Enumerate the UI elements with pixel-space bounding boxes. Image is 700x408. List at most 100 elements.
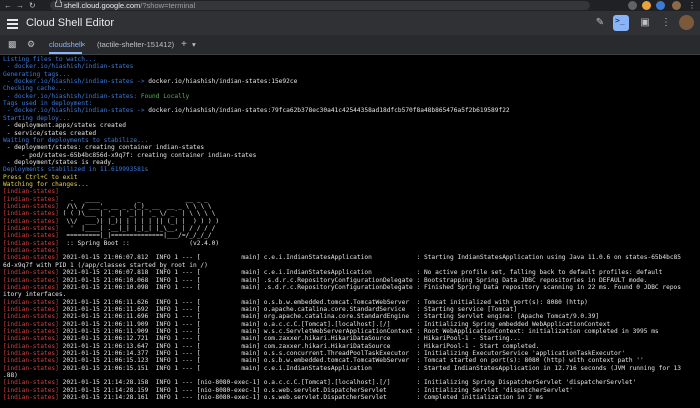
window-icon[interactable]: ▣ xyxy=(639,17,651,29)
forward-icon[interactable]: → xyxy=(16,0,24,11)
terminal-segment: 2021-01-15 21:06:11.626 INFO 1 --- [ mai… xyxy=(58,298,588,306)
hamburger-menu-icon[interactable] xyxy=(7,19,18,31)
terminal-segment: [indian-states] xyxy=(3,217,59,225)
terminal-segment: Starting deploy... xyxy=(3,114,71,122)
url-text[interactable]: shell.cloud.google.com/?show=terminal xyxy=(64,0,195,11)
terminal-segment: 2021-01-15 21:06:14.377 INFO 1 --- [ mai… xyxy=(58,350,626,357)
terminal-segment: itory interfaces. xyxy=(3,291,67,299)
terminal-segment: [indian-states] xyxy=(3,283,59,291)
cloud-shell-header: Cloud Shell Editor ✎ ▣ ⋮ xyxy=(0,11,700,35)
tab-cloudshell[interactable]: cloudshell xyxy=(49,35,83,54)
terminal-segment: [indian-states] xyxy=(3,232,59,240)
url-host: shell.cloud.google.com xyxy=(64,1,141,10)
terminal-segment: [indian-states] xyxy=(3,357,59,365)
terminal-segment: [indian-states] xyxy=(3,327,59,335)
terminal-segment: - docker.io/hiashish/indian-states -> xyxy=(3,78,149,86)
terminal-segment: [indian-states] xyxy=(3,350,59,357)
terminal-segment: 2021-01-15 21:06:11.909 INFO 1 --- [ mai… xyxy=(58,327,659,335)
terminal-segment: :: Spring Boot :: (v2.4.0) xyxy=(58,239,220,247)
terminal-segment: Press Ctrl+C to exit xyxy=(3,173,78,181)
profile-avatar[interactable] xyxy=(672,1,681,10)
tab-project[interactable]: (tactile-shelter-151412) xyxy=(97,35,174,54)
terminal-segment: [indian-states] xyxy=(3,320,59,328)
terminal-segment: docker.io/hiashish/indian-states:79fca62… xyxy=(148,107,510,115)
terminal-segment: 2021-01-15 21:06:10.068 INFO 1 --- [ mai… xyxy=(58,276,648,284)
terminal-segment: Generating tags... xyxy=(3,70,71,78)
terminal-segment: .88) xyxy=(3,372,18,380)
terminal-segment: 2021-01-15 21:06:15.151 INFO 1 --- [ mai… xyxy=(58,364,681,372)
terminal-segment: [indian-states] xyxy=(3,188,59,196)
terminal-segment: [indian-states] xyxy=(3,254,59,262)
extension-icon-2[interactable] xyxy=(642,1,651,10)
terminal-icon[interactable]: ▩ xyxy=(8,39,17,50)
terminal-segment: [indian-states] xyxy=(3,364,59,372)
terminal-segment: [indian-states] xyxy=(3,386,59,394)
terminal-segment: . ____ _ __ _ _ xyxy=(58,195,208,203)
settings-icon[interactable]: ⚙ xyxy=(27,39,35,50)
back-icon[interactable]: ← xyxy=(4,0,12,11)
terminal-segment: 2021-01-15 21:06:11.909 INFO 1 --- [ mai… xyxy=(58,320,611,328)
terminal-segment: /\\ / ___'_ __ _ _(_)_ __ __ _ \ \ \ \ xyxy=(58,203,212,210)
terminal-segment: [indian-states] xyxy=(3,305,59,313)
terminal-segment: Waiting for deployments to stabilize... xyxy=(3,136,149,144)
terminal-segment: \\/ ___)| |_)| | | | | || (_| | ) ) ) ) xyxy=(58,217,220,225)
terminal-segment: Checking cache... xyxy=(3,85,67,93)
add-tab-icon[interactable]: + xyxy=(181,35,187,54)
terminal-segment: [indian-states] xyxy=(3,247,59,255)
terminal-segment: =========|_|==============|___/=/_/_/_/ xyxy=(58,232,212,240)
terminal-segment: Watching for changes... xyxy=(3,180,89,188)
terminal-segment: - deployment.apps/states created xyxy=(3,122,126,130)
pencil-icon[interactable]: ✎ xyxy=(594,17,606,29)
terminal-segment: - service/states created xyxy=(3,129,97,137)
browser-menu-icon[interactable]: ⋮ xyxy=(688,0,696,11)
tab-close-icon[interactable]: × xyxy=(81,35,85,54)
terminal-segment: - pod/states-65b4bc856d-x9q7f: creating … xyxy=(3,151,257,159)
tab-dropdown-icon[interactable]: ▾ xyxy=(192,35,196,54)
terminal-segment: - deployment/states is ready. xyxy=(3,158,115,166)
terminal-segment: [indian-states] xyxy=(3,379,59,387)
terminal-line: [indian-states] 2021-01-15 21:14:28.161 … xyxy=(3,394,700,402)
terminal-segment: 6d-x9q7f with PID 1 (/app/classes starte… xyxy=(3,261,208,269)
reload-icon[interactable]: ↻ xyxy=(29,0,36,11)
url-path: /?show=terminal xyxy=(140,1,196,10)
terminal-segment: [indian-states] xyxy=(3,313,59,321)
terminal-segment: - docker.io/hiashish/indian-states -> xyxy=(3,107,149,115)
terminal-segment: 2021-01-15 21:14:28.159 INFO 1 --- [nio-… xyxy=(58,386,573,394)
terminal-tab-bar: ▩ ⚙ cloudshell × (tactile-shelter-151412… xyxy=(0,35,700,55)
terminal-segment: 2021-01-15 21:14:28.158 INFO 1 --- [nio-… xyxy=(58,379,637,387)
terminal-segment: - docker.io/hiashish/indian-states: xyxy=(3,92,141,100)
terminal-output[interactable]: Listing files to watch... - docker.io/hi… xyxy=(0,55,700,408)
terminal-segment: [indian-states] xyxy=(3,298,59,306)
terminal-segment: [indian-states] xyxy=(3,342,59,350)
terminal-segment: [indian-states] xyxy=(3,335,59,343)
terminal-segment: [indian-states] xyxy=(3,195,59,203)
terminal-segment: docker.io/hiashish/indian-states:15e92ce xyxy=(148,78,298,86)
terminal-segment: [indian-states] xyxy=(3,210,59,218)
terminal-segment: Tags used in deployment: xyxy=(3,100,93,108)
user-avatar[interactable] xyxy=(679,15,694,30)
terminal-segment: ' |____| .__|_| |_|_| |_\__, | / / / / xyxy=(58,225,216,233)
app-title: Cloud Shell Editor xyxy=(26,17,115,29)
terminal-segment: 2021-01-15 21:06:07.818 INFO 1 --- [ mai… xyxy=(58,269,663,277)
terminal-segment: [indian-states] xyxy=(3,394,59,402)
extension-icon[interactable] xyxy=(628,1,637,10)
terminal-toggle-button[interactable] xyxy=(613,15,629,31)
terminal-segment: 2021-01-15 21:06:07.812 INFO 1 --- [ mai… xyxy=(58,254,681,262)
terminal-segment: 2021-01-15 21:06:11.692 INFO 1 --- [ mai… xyxy=(58,305,518,313)
terminal-segment: 2021-01-15 21:06:13.647 INFO 1 --- [ mai… xyxy=(58,342,540,350)
more-options-icon[interactable]: ⋮ xyxy=(660,17,672,29)
terminal-segment: Deployments stabilized in 11.619993581s xyxy=(3,166,149,174)
terminal-segment: 2021-01-15 21:06:15.123 INFO 1 --- [ mai… xyxy=(58,357,644,365)
terminal-segment: 2021-01-15 21:06:12.721 INFO 1 --- [ mai… xyxy=(58,335,521,343)
terminal-segment: Listing files to watch... xyxy=(3,56,97,63)
terminal-segment: [indian-states] xyxy=(3,276,59,284)
terminal-segment: [indian-states] xyxy=(3,269,59,277)
terminal-segment: - docker.io/hiashish/indian-states xyxy=(3,63,134,71)
terminal-segment: ( ( )\___ | '_ | '_| | '_ \/ _` | \ \ \ … xyxy=(58,210,216,218)
terminal-segment: 2021-01-15 21:06:11.696 INFO 1 --- [ mai… xyxy=(58,313,600,321)
terminal-segment: [indian-states] xyxy=(3,203,59,210)
terminal-segment: 2021-01-15 21:14:28.161 INFO 1 --- [nio-… xyxy=(58,394,544,402)
extension-icon-3[interactable] xyxy=(656,1,665,10)
terminal-segment: - deployment/states: creating container … xyxy=(3,144,205,152)
terminal-segment: [indian-states] xyxy=(3,225,59,233)
